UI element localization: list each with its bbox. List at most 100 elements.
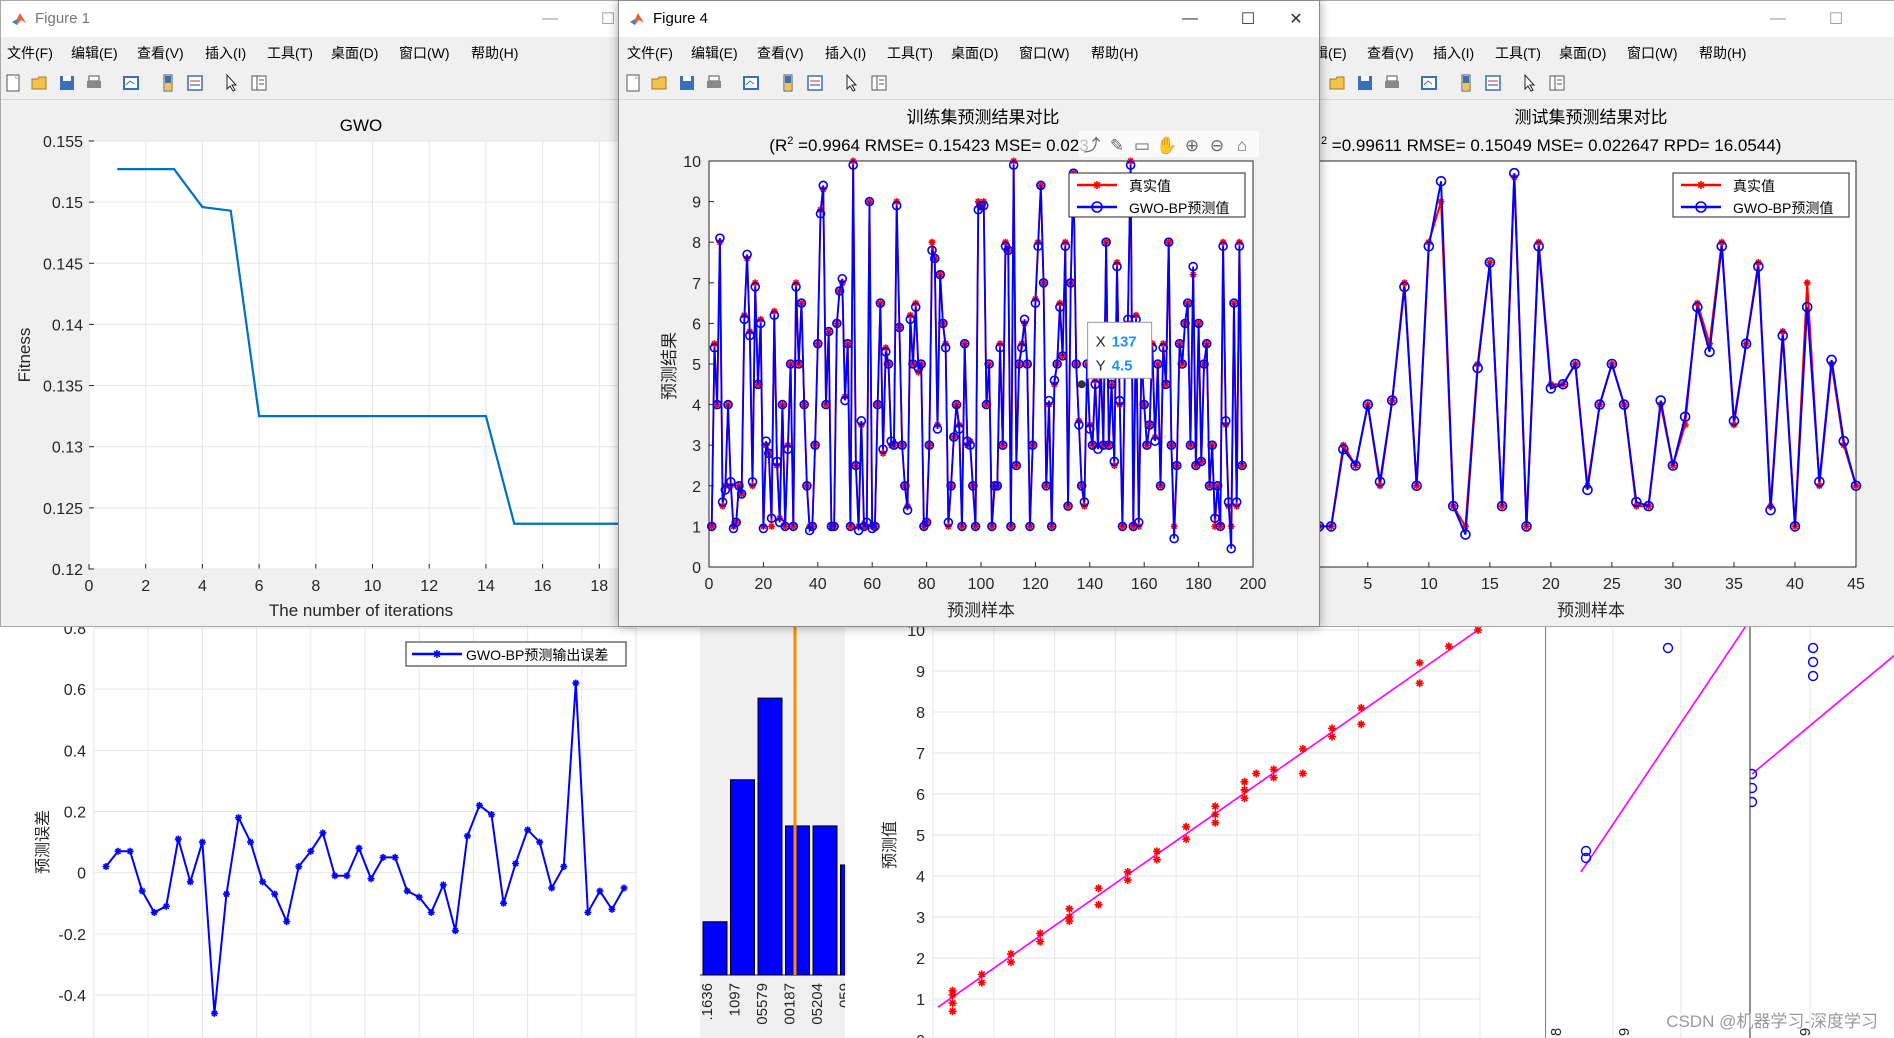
colorbar-icon[interactable] xyxy=(1456,73,1476,93)
test-x-tick-label: 5 xyxy=(1363,576,1372,593)
menu-item-0[interactable]: 文件(F) xyxy=(627,43,673,63)
menu-item-1[interactable]: 编辑(E) xyxy=(71,43,118,63)
train-x-tick-label: 160 xyxy=(1131,576,1158,593)
open-folder-icon[interactable] xyxy=(650,73,670,93)
menu-item-6[interactable]: 窗口(W) xyxy=(399,43,450,63)
menu-item-1[interactable]: 编辑(E) xyxy=(691,43,738,63)
menu-item-3[interactable]: 插入(I) xyxy=(825,43,866,63)
menu-item-7[interactable]: 帮助(H) xyxy=(1091,43,1138,63)
print-icon[interactable] xyxy=(704,73,724,93)
train-prediction-chart: 0 20 40 60 80 100 120 140 160 180 200 0 1 2 3 4 5 6 7 8 9 10 训… xyxy=(660,108,1266,620)
scatter-point xyxy=(948,999,957,1008)
figure1-titlebar[interactable]: Figure 1 — ☐ xyxy=(1,1,631,37)
property-inspector-icon[interactable] xyxy=(249,73,269,93)
test-figure-maximize-button[interactable]: ☐ xyxy=(1813,1,1859,37)
brush-icon-glyph: ✎ xyxy=(1110,136,1124,155)
legend-icon[interactable] xyxy=(1483,73,1503,93)
test-figure-minimize-button[interactable]: — xyxy=(1755,1,1801,37)
pointer-icon[interactable] xyxy=(842,73,862,93)
link-plot-icon[interactable] xyxy=(741,73,761,93)
menu-item-3[interactable]: 工具(T) xyxy=(1495,43,1541,63)
print-icon[interactable] xyxy=(84,73,104,93)
datatip-icon-glyph: ▭ xyxy=(1134,136,1150,155)
pointer-icon[interactable] xyxy=(222,73,242,93)
test-figure-plot-area: 5 10 15 20 25 30 35 40 45 测试集预测结果对比 (R2 =0.99611 R… xyxy=(1301,101,1894,626)
brush-icon[interactable]: ✎ xyxy=(1110,136,1124,155)
menu-item-6[interactable]: 窗口(W) xyxy=(1019,43,1070,63)
menu-item-4[interactable]: 桌面(D) xyxy=(1559,43,1606,63)
error-point xyxy=(500,899,508,907)
menu-item-4[interactable]: 工具(T) xyxy=(887,43,933,63)
zoom-in-icon[interactable]: ⊕ xyxy=(1185,136,1199,155)
menu-item-2[interactable]: 查看(V) xyxy=(757,43,804,63)
menu-item-5[interactable]: 桌面(D) xyxy=(331,43,378,63)
partial-scatter-chart-2: 9 xyxy=(1750,620,1894,1038)
menu-item-2[interactable]: 查看(V) xyxy=(137,43,184,63)
hist-x-tick-label: 00187 xyxy=(782,983,799,1025)
pan-icon[interactable]: ✋ xyxy=(1156,135,1177,155)
figure4-titlebar[interactable]: Figure 4 — ☐ ✕ xyxy=(619,1,1319,37)
matlab-app-icon xyxy=(630,13,644,25)
scatter-figure-window[interactable]: 012345678910预测值 xyxy=(845,620,1545,1038)
datatip-y-value: 4.5 xyxy=(1112,357,1133,374)
partial-scatter-window-2[interactable]: 9 xyxy=(1750,620,1894,1038)
print-icon[interactable] xyxy=(1382,73,1402,93)
legend-icon[interactable] xyxy=(185,73,205,93)
menu-item-5[interactable]: 桌面(D) xyxy=(951,43,998,63)
menu-item-2[interactable]: 插入(I) xyxy=(1433,43,1474,63)
menu-item-4[interactable]: 工具(T) xyxy=(267,43,313,63)
figure4-close-button[interactable]: ✕ xyxy=(1273,1,1319,37)
export-icon[interactable]: ⤴ xyxy=(1084,136,1101,155)
menu-item-1[interactable]: 查看(V) xyxy=(1367,43,1414,63)
property-inspector-icon[interactable] xyxy=(869,73,889,93)
figure1-window[interactable]: Figure 1 — ☐ 文件(F) 编辑(E) 查看(V) 插入(I) 工具(T) 桌面… xyxy=(0,0,632,627)
figure4-minimize-button[interactable]: — xyxy=(1167,1,1213,37)
new-figure-icon[interactable] xyxy=(623,73,643,93)
error-y-tick-label: 0.4 xyxy=(64,743,86,760)
save-icon[interactable] xyxy=(677,73,697,93)
test-prediction-chart: 5 10 15 20 25 30 35 40 45 测试集预测结果对比 (R2 =0.99611 R… xyxy=(1301,108,1865,620)
test-x-tick-label: 35 xyxy=(1725,576,1743,593)
legend-icon[interactable] xyxy=(805,73,825,93)
zoom-out-icon[interactable]: ⊖ xyxy=(1210,136,1224,155)
figure4-maximize-button[interactable]: ☐ xyxy=(1225,1,1271,37)
scatter-y-tick-label: 0 xyxy=(916,1033,925,1038)
property-inspector-icon[interactable] xyxy=(1547,73,1567,93)
scatter-y-tick-label: 9 xyxy=(916,664,925,681)
figure4-window[interactable]: Figure 4 — ☐ ✕ 文件(F) 编辑(E) 查看(V) 插入(I) 工具(T)… xyxy=(618,0,1320,627)
menu-item-0[interactable]: 文件(F) xyxy=(7,43,53,63)
partial-scatter-window-1[interactable]: 89 xyxy=(1545,620,1750,1038)
figure4-title: Figure 4 xyxy=(653,10,709,27)
scatter-y-tick-label: 8 xyxy=(916,705,925,722)
home-icon[interactable]: ⌂ xyxy=(1237,136,1247,155)
save-icon[interactable] xyxy=(1355,73,1375,93)
figure1-minimize-button[interactable]: — xyxy=(527,1,573,37)
colorbar-icon[interactable] xyxy=(158,73,178,93)
test-figure-titlebar[interactable]: — ☐ xyxy=(1301,1,1894,37)
link-plot-icon[interactable] xyxy=(121,73,141,93)
new-figure-icon[interactable] xyxy=(3,73,23,93)
link-plot-icon[interactable] xyxy=(1419,73,1439,93)
scatter-y-tick-label: 2 xyxy=(916,951,925,968)
menu-item-6[interactable]: 帮助(H) xyxy=(1699,43,1746,63)
menu-item-5[interactable]: 窗口(W) xyxy=(1627,43,1678,63)
error-figure-window[interactable]: 0.8 0.6 0.4 0.2 0 -0.2 -0.4 预测误差 GWO-BP预测输出误差 xyxy=(0,620,700,1038)
hist-bar xyxy=(812,825,838,976)
test-x-tick-label: 30 xyxy=(1664,576,1682,593)
datatip-icon[interactable]: ▭ xyxy=(1134,136,1150,155)
test-xlabel: 预测样本 xyxy=(1557,601,1625,620)
scatter-y-tick-label: 4 xyxy=(916,869,925,886)
colorbar-icon[interactable] xyxy=(778,73,798,93)
test-x-tick-label: 25 xyxy=(1603,576,1621,593)
menu-item-7[interactable]: 帮助(H) xyxy=(471,43,518,63)
histogram-figure-window[interactable]: .1636 1097 05579 00187 05204 059 xyxy=(700,620,845,1038)
train-x-tick-label: 40 xyxy=(809,576,827,593)
open-folder-icon[interactable] xyxy=(1328,73,1348,93)
save-icon[interactable] xyxy=(57,73,77,93)
open-folder-icon[interactable] xyxy=(30,73,50,93)
test-x-tick-label: 45 xyxy=(1847,576,1865,593)
menu-item-3[interactable]: 插入(I) xyxy=(205,43,246,63)
pointer-icon[interactable] xyxy=(1520,73,1540,93)
test-figure-window[interactable]: — ☐ ▸辑(E) 查看(V) 插入(I) 工具(T) 桌面(D) 窗口(W) 帮助(H) … xyxy=(1300,0,1894,627)
datatip: X 137 Y 4.5 xyxy=(1077,321,1153,389)
